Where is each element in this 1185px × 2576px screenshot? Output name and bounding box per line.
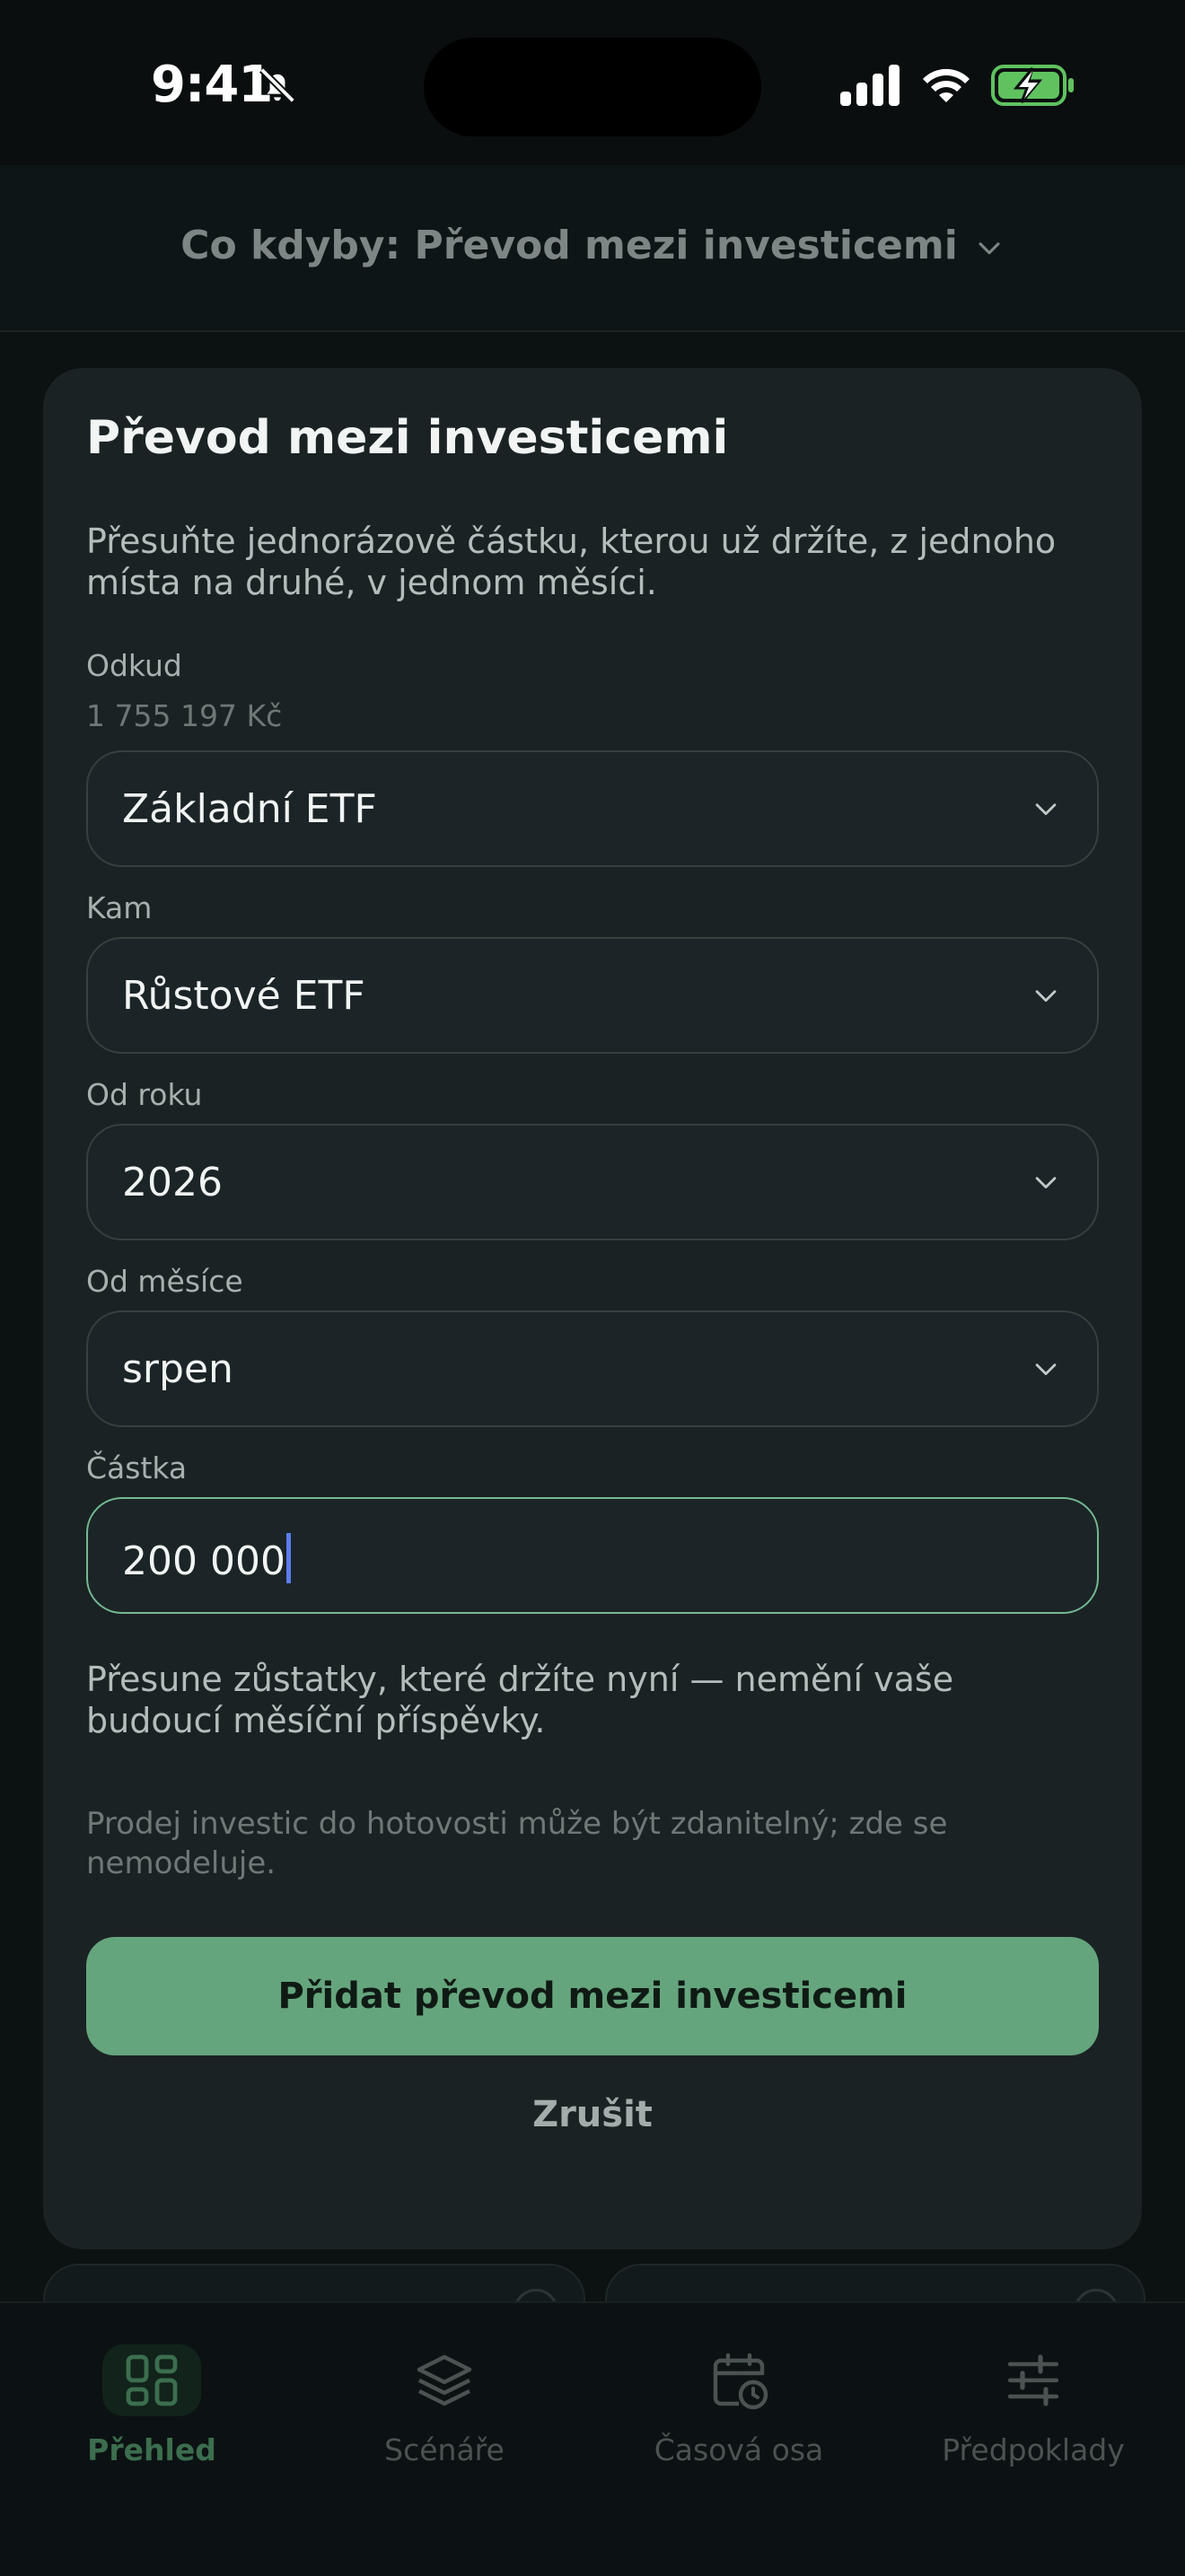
month-label: Od měsíce	[86, 1264, 243, 1299]
top-nav: Co kdyby: Převod mezi investicemi	[0, 165, 1185, 332]
tab-scenarios[interactable]: Scénáře	[296, 2348, 592, 2467]
add-transfer-button[interactable]: Přidat převod mezi investicemi	[86, 1937, 1099, 2055]
tab-overview[interactable]: Přehled	[4, 2344, 300, 2467]
to-select-value: Růstové ETF	[122, 973, 365, 1019]
status-time: 9:41	[151, 56, 273, 114]
balance-note: Přesune zůstatky, které držíte nyní — ne…	[86, 1660, 954, 1740]
amount-label: Částka	[86, 1450, 188, 1485]
transfer-sheet: Převod mezi investicemi Přesuňte jednorá…	[43, 368, 1142, 2249]
dynamic-island	[424, 38, 761, 136]
wifi-icon	[923, 68, 970, 102]
tab-label: Předpoklady	[942, 2432, 1125, 2467]
scenario-selector[interactable]: Co kdyby: Převod mezi investicemi	[0, 223, 1185, 268]
cancel-button[interactable]: Zrušit	[43, 2079, 1142, 2151]
chevron-down-icon	[1035, 803, 1057, 816]
from-select[interactable]: Základní ETF	[86, 750, 1099, 867]
amount-input[interactable]: 200 000	[86, 1497, 1099, 1614]
from-balance: 1 755 197 Kč	[86, 698, 283, 733]
sheet-title: Převod mezi investicemi	[86, 411, 729, 465]
year-label: Od roku	[86, 1077, 203, 1112]
tab-label: Přehled	[87, 2432, 216, 2467]
layers-icon	[417, 2354, 472, 2406]
month-select-value: srpen	[122, 1346, 233, 1392]
calendar-clock-icon	[713, 2353, 768, 2410]
year-select-value: 2026	[122, 1160, 223, 1205]
tab-label: Scénáře	[384, 2432, 505, 2467]
amount-input-value: 200 000	[122, 1533, 291, 1584]
from-label: Odkud	[86, 648, 182, 683]
bell-muted-icon	[259, 67, 295, 103]
tab-assumptions[interactable]: Předpoklady	[885, 2348, 1181, 2467]
chevron-down-icon	[1035, 1363, 1057, 1376]
tax-note: Prodej investic do hotovosti může být zd…	[86, 1806, 948, 1881]
cellular-signal-icon	[840, 65, 900, 106]
month-select[interactable]: srpen	[86, 1310, 1099, 1427]
chevron-down-icon	[1035, 1177, 1057, 1189]
to-label: Kam	[86, 890, 153, 925]
status-bar: 9:41	[0, 0, 1185, 165]
year-select[interactable]: 2026	[86, 1124, 1099, 1240]
tab-label: Časová osa	[654, 2432, 824, 2467]
sliders-icon	[1007, 2354, 1059, 2406]
text-caret	[285, 1533, 291, 1583]
scenario-title: Co kdyby: Převod mezi investicemi	[180, 223, 958, 268]
tab-bar: Přehled Scénáře Časová osa Předpoklady	[0, 2301, 1185, 2576]
chevron-down-icon	[979, 242, 1000, 255]
tab-timeline[interactable]: Časová osa	[591, 2348, 887, 2467]
chevron-down-icon	[1035, 990, 1057, 1003]
sheet-description: Přesuňte jednorázově částku, kterou už d…	[86, 521, 1057, 602]
to-select[interactable]: Růstové ETF	[86, 937, 1099, 1054]
grid-icon	[126, 2354, 178, 2406]
from-select-value: Základní ETF	[122, 786, 377, 832]
battery-charging-icon	[991, 65, 1074, 106]
amount-text: 200 000	[122, 1538, 285, 1584]
